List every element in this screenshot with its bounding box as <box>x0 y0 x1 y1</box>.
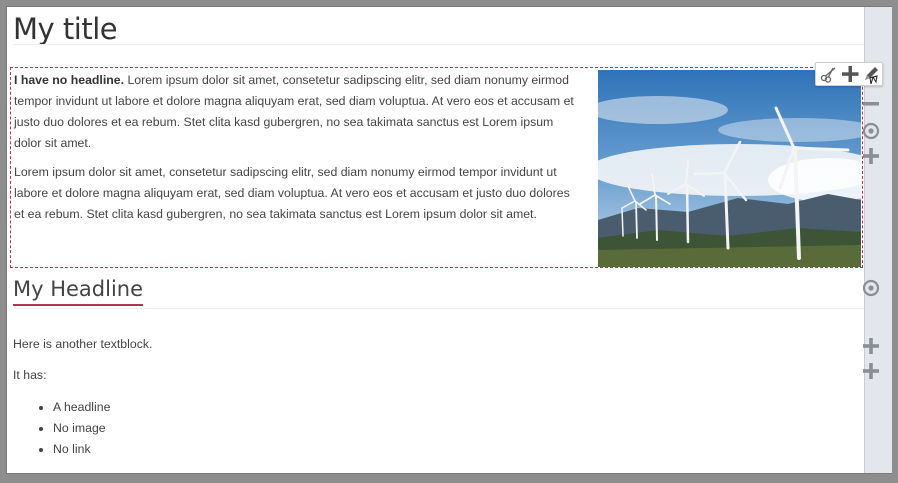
textblock-body[interactable]: I have no headline. Lorem ipsum dolor si… <box>14 70 574 233</box>
wind-turbines-image[interactable] <box>598 70 861 267</box>
page-title[interactable]: My title <box>13 12 118 46</box>
list-item: A headline <box>53 397 110 418</box>
target-icon[interactable] <box>861 121 881 141</box>
plus-icon[interactable] <box>861 336 881 356</box>
target-icon[interactable] <box>861 278 881 298</box>
section-paragraph-1[interactable]: Here is another textblock. <box>13 337 152 351</box>
title-divider <box>13 44 864 45</box>
block-toolbar <box>815 62 883 86</box>
list-item: No image <box>53 418 110 439</box>
feature-list[interactable]: A headline No image No link <box>33 397 110 460</box>
textblock-with-image[interactable]: I have no headline. Lorem ipsum dolor si… <box>10 67 863 268</box>
textblock-paragraph-1: I have no headline. Lorem ipsum dolor si… <box>14 70 574 154</box>
editor-frame: My title I have no headline. Lorem ipsum… <box>7 7 892 473</box>
plus-icon[interactable] <box>840 64 860 84</box>
minus-icon[interactable] <box>861 96 881 116</box>
wind-turbines-illustration <box>598 70 861 267</box>
textblock-paragraph-2: Lorem ipsum dolor sit amet, consetetur s… <box>14 165 570 221</box>
textblock-lead-bold: I have no headline. <box>14 73 125 87</box>
plus-icon[interactable] <box>861 361 881 381</box>
scissors-icon[interactable] <box>819 64 839 84</box>
page-canvas: My title I have no headline. Lorem ipsum… <box>7 7 864 473</box>
headline-divider <box>13 308 864 309</box>
list-item: No link <box>53 439 110 460</box>
section-headline[interactable]: My Headline <box>13 277 144 306</box>
plus-icon[interactable] <box>861 146 881 166</box>
pencil-icon[interactable] <box>861 64 881 85</box>
section-paragraph-2[interactable]: It has: <box>13 368 47 382</box>
